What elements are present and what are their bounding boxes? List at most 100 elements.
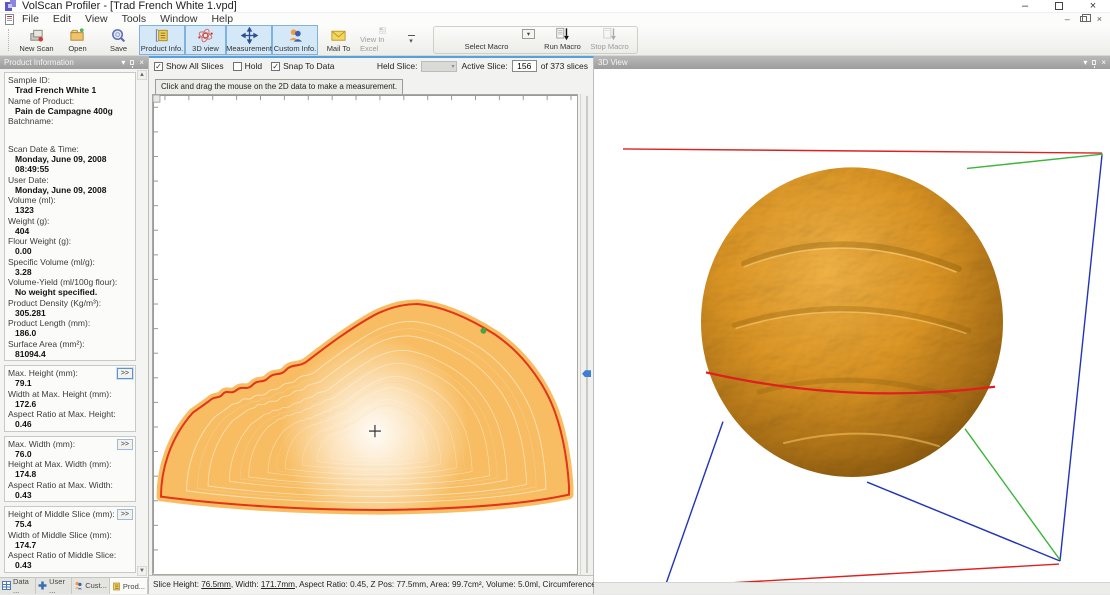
field-surface-area: Surface Area (mm²):81094.4 <box>8 339 132 360</box>
field-product-density: Product Density (Kg/m³):305.281 <box>8 298 132 319</box>
titlebar: VolScan Profiler - [Trad French White 1.… <box>0 0 1110 13</box>
menu-view[interactable]: View <box>78 13 115 25</box>
field-name-of-product: Name of Product:Pain de Campagne 400g <box>8 96 132 117</box>
main-area: Product Information ▾ × ▲ ▼ Sample ID:Tr… <box>0 56 1110 594</box>
save-button[interactable]: Save <box>98 25 139 55</box>
product-box-icon <box>112 582 121 591</box>
field-scan-date-time: Scan Date & Time:Monday, June 09, 2008 0… <box>8 144 132 175</box>
max-height-group: >> Max. Height (mm):79.1 Width at Max. H… <box>4 365 136 432</box>
max-width-expand-button[interactable]: >> <box>117 439 133 450</box>
panel-menu-icon[interactable]: ▾ <box>1083 58 1087 67</box>
select-macro-dropdown[interactable]: ▾ <box>522 29 535 39</box>
menu-tools[interactable]: Tools <box>115 13 154 25</box>
slice-2d-panel: ✓ Show All Slices Hold ✓ Snap To Data He… <box>149 56 594 594</box>
slice-2d-plot[interactable] <box>152 94 578 575</box>
mdi-restore-button[interactable] <box>1080 16 1087 22</box>
scroll-up-button[interactable]: ▲ <box>137 70 147 80</box>
open-folder-icon <box>69 27 86 44</box>
minimize-button[interactable]: – <box>1008 0 1042 12</box>
scroll-down-button[interactable]: ▼ <box>137 566 147 576</box>
tab-custom-info[interactable]: Cust... <box>72 578 110 594</box>
close-button[interactable]: × <box>1076 0 1110 12</box>
field-batchname: Batchname: <box>8 116 132 137</box>
left-ruler <box>153 95 160 574</box>
measurement-hint-button[interactable]: Click and drag the mouse on the 2D data … <box>155 79 403 95</box>
tab-product-info[interactable]: Prod... <box>110 578 148 594</box>
max-width-group: >> Max. Width (mm):76.0 Height at Max. W… <box>4 436 136 503</box>
pin-icon[interactable] <box>130 60 134 65</box>
field-max-height: Max. Height (mm):79.1 <box>8 368 132 389</box>
hold-checkbox[interactable]: Hold <box>233 61 262 71</box>
new-scan-icon <box>28 27 45 44</box>
view-3d-panel: 3D View ▾ × <box>594 56 1110 594</box>
field-flour-weight: Flour Weight (g):0.00 <box>8 236 132 257</box>
measurement-button[interactable]: Measurement <box>226 25 272 55</box>
menu-window[interactable]: Window <box>153 13 204 25</box>
middle-slice-expand-button[interactable]: >> <box>117 509 133 520</box>
toolbar-overflow-button[interactable]: ▾ <box>405 25 417 55</box>
field-height-middle-slice: Height of Middle Slice (mm):75.4 <box>8 509 132 530</box>
field-height-at-max-width: Height at Max. Width (mm):174.8 <box>8 459 132 480</box>
mdi-minimize-button[interactable]: – <box>1065 14 1070 24</box>
mdi-close-button[interactable]: × <box>1097 14 1102 24</box>
select-macro-control[interactable]: ▾ Select Macro <box>434 27 539 53</box>
held-slice-label: Held Slice: <box>377 61 418 71</box>
window-title: VolScan Profiler - [Trad French White 1.… <box>22 0 237 12</box>
checkbox-checked-icon: ✓ <box>271 62 280 71</box>
document-icon <box>4 14 15 25</box>
menu-edit[interactable]: Edit <box>46 13 78 25</box>
plot-wrap <box>149 94 593 575</box>
slice-width-link[interactable]: 171.7mm <box>261 580 295 589</box>
menu-file[interactable]: File <box>15 13 46 25</box>
snap-marker <box>480 328 486 334</box>
view-3d-canvas[interactable] <box>594 69 1110 582</box>
data-grid-icon <box>2 581 11 590</box>
open-button[interactable]: Open <box>57 25 98 55</box>
slice-slider-thumb[interactable] <box>582 370 591 377</box>
custom-info-button[interactable]: Custom Info. <box>272 25 318 55</box>
mail-to-button[interactable]: Mail To <box>318 25 359 55</box>
show-all-slices-checkbox[interactable]: ✓ Show All Slices <box>154 61 224 71</box>
new-scan-button[interactable]: New Scan <box>16 25 57 55</box>
slice-slider[interactable] <box>580 94 593 575</box>
stop-macro-button[interactable]: Stop Macro <box>586 27 633 53</box>
panel-close-icon[interactable]: × <box>1101 58 1106 67</box>
panel-menu-icon[interactable]: ▾ <box>121 58 125 67</box>
product-information-panel: Product Information ▾ × ▲ ▼ Sample ID:Tr… <box>0 56 149 594</box>
snap-to-data-checkbox[interactable]: ✓ Snap To Data <box>271 61 334 71</box>
field-volume-yield: Volume-Yield (ml/100g flour):No weight s… <box>8 277 132 298</box>
bottom-strip <box>594 582 1110 594</box>
menubar: File Edit View Tools Window Help – × <box>0 13 1110 25</box>
product-info-button[interactable]: Product Info. <box>139 25 185 55</box>
max-height-expand-button[interactable]: >> <box>117 368 133 379</box>
overflow-bar-icon <box>408 35 415 36</box>
panel-close-icon[interactable]: × <box>139 58 144 67</box>
slice-height-link[interactable]: 76.5mm <box>201 580 231 589</box>
user-cross-icon <box>38 581 47 590</box>
slice-stack-shape <box>161 304 569 530</box>
middle-slice-group: >> Height of Middle Slice (mm):75.4 Widt… <box>4 506 136 573</box>
tab-user-info[interactable]: User ... <box>36 578 72 594</box>
field-product-length: Product Length (mm):186.0 <box>8 318 132 339</box>
view-in-excel-button[interactable]: View In Excel <box>359 25 405 55</box>
mail-icon <box>330 27 347 44</box>
menu-help[interactable]: Help <box>204 13 240 25</box>
app-window: VolScan Profiler - [Trad French White 1.… <box>0 0 1110 591</box>
field-sample-id: Sample ID:Trad French White 1 <box>8 75 132 96</box>
macro-toolbar: ▾ Select Macro Run Macro Stop Macro <box>433 26 638 54</box>
slice-slider-track[interactable] <box>586 96 588 573</box>
toolbar-drag-handle[interactable] <box>8 29 12 51</box>
maximize-button[interactable] <box>1042 0 1076 12</box>
3d-view-button[interactable]: 3D view <box>185 25 226 55</box>
active-slice-input[interactable] <box>512 60 537 72</box>
slice-2d-controls: ✓ Show All Slices Hold ✓ Snap To Data He… <box>149 58 593 74</box>
held-slice-dropdown[interactable]: ▾ <box>421 61 457 72</box>
pin-icon[interactable] <box>1092 60 1096 65</box>
checkbox-unchecked-icon <box>233 62 242 71</box>
hint-row: Click and drag the mouse on the 2D data … <box>149 74 593 94</box>
tab-data-view[interactable]: Data ... <box>0 578 36 594</box>
run-macro-button[interactable]: Run Macro <box>539 27 586 53</box>
product-info-scroll-area: ▲ ▼ Sample ID:Trad French White 1 Name o… <box>0 69 148 577</box>
3d-view-icon <box>197 27 214 44</box>
chevron-down-icon: ▾ <box>409 37 413 45</box>
